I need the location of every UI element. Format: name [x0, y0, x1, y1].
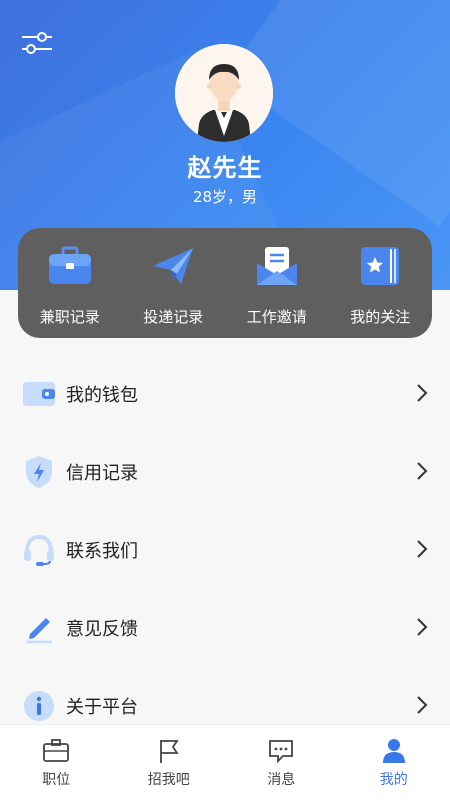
menu-item-wallet[interactable]: 我的钱包: [0, 355, 450, 433]
tab-jobs[interactable]: 职位: [0, 725, 113, 801]
settings-sliders-icon[interactable]: [20, 28, 54, 58]
quick-action-my-follows[interactable]: 我的关注: [329, 228, 433, 338]
user-name: 赵先生: [0, 148, 450, 183]
envelope-icon: [253, 244, 301, 288]
quick-action-label: 兼职记录: [40, 306, 100, 327]
chevron-right-icon: [416, 695, 428, 715]
chat-icon: [267, 737, 295, 765]
quick-action-delivery-records[interactable]: 投递记录: [122, 228, 226, 338]
menu-item-credit-records[interactable]: 信用记录: [0, 433, 450, 511]
quick-actions-panel: 兼职记录 投递记录 工作邀请: [18, 228, 432, 338]
chevron-right-icon: [416, 383, 428, 403]
quick-action-job-invitations[interactable]: 工作邀请: [225, 228, 329, 338]
menu-item-label: 我的钱包: [66, 381, 138, 407]
menu-item-label: 关于平台: [66, 693, 138, 719]
menu-item-feedback[interactable]: 意见反馈: [0, 589, 450, 667]
tab-mine[interactable]: 我的: [338, 725, 450, 801]
chevron-right-icon: [416, 539, 428, 559]
headset-icon: [22, 533, 56, 567]
avatar[interactable]: [175, 44, 273, 142]
menu-item-label: 意见反馈: [66, 615, 138, 641]
credit-shield-icon: [22, 455, 56, 489]
paper-plane-icon: [149, 244, 197, 288]
chevron-right-icon: [416, 461, 428, 481]
user-age-gender: 28岁，男: [0, 186, 450, 207]
tab-label: 招我吧: [148, 769, 190, 789]
menu-item-label: 信用记录: [66, 459, 138, 485]
info-icon: [22, 689, 56, 723]
flag-icon: [155, 737, 183, 765]
tab-label: 职位: [42, 769, 70, 789]
bottom-tab-bar: 职位 招我吧 消息 我的: [0, 724, 450, 801]
tab-label: 消息: [267, 769, 295, 789]
quick-action-label: 我的关注: [350, 306, 410, 327]
quick-action-part-time-records[interactable]: 兼职记录: [18, 228, 122, 338]
chevron-right-icon: [416, 617, 428, 637]
person-icon: [380, 737, 408, 765]
pen-icon: [22, 611, 56, 645]
briefcase-icon: [46, 244, 94, 288]
menu-item-contact-us[interactable]: 联系我们: [0, 511, 450, 589]
bookmark-star-icon: [356, 244, 404, 288]
menu-item-label: 联系我们: [66, 537, 138, 563]
briefcase-icon: [42, 737, 70, 765]
tab-label: 我的: [380, 769, 408, 789]
quick-action-label: 工作邀请: [247, 306, 307, 327]
tab-recruit-me[interactable]: 招我吧: [113, 725, 226, 801]
wallet-icon: [22, 377, 56, 411]
settings-menu: 我的钱包 信用记录 联系我们: [0, 355, 450, 745]
quick-action-label: 投递记录: [143, 306, 203, 327]
tab-messages[interactable]: 消息: [225, 725, 338, 801]
